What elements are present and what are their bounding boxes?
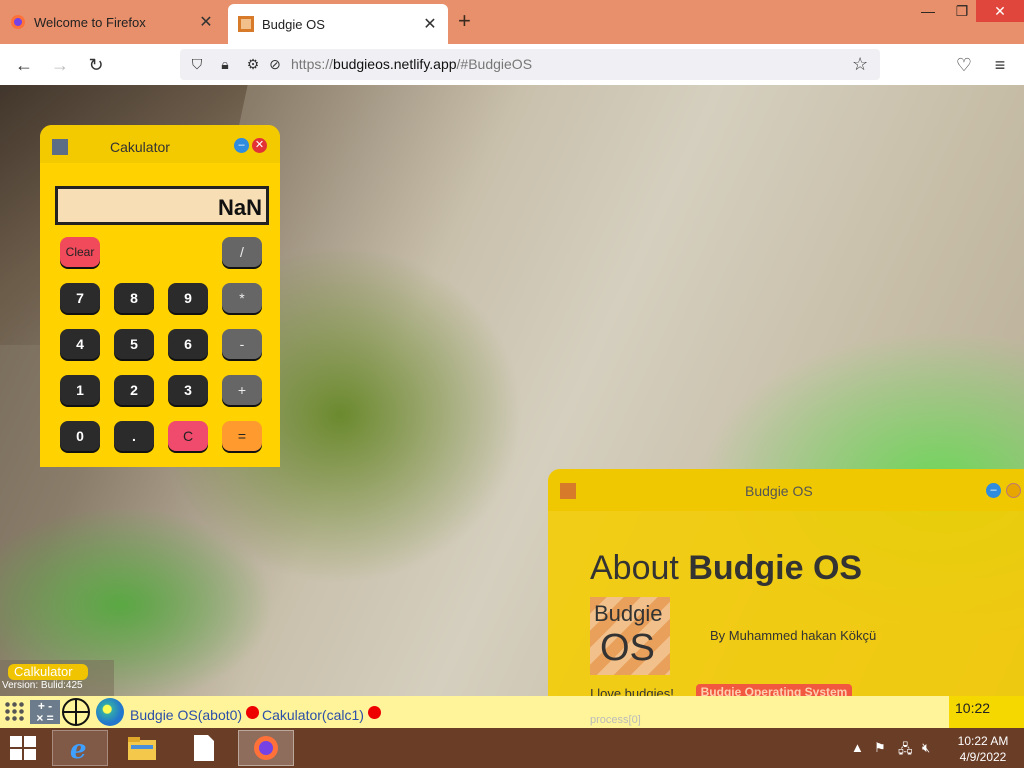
bookmark-star-icon[interactable]: ☆ bbox=[852, 54, 868, 75]
c-button[interactable]: C bbox=[168, 421, 208, 451]
firefox-icon bbox=[11, 15, 25, 29]
volume-muted-icon[interactable]: 🔇︎ bbox=[922, 740, 930, 756]
url-text[interactable]: https://budgieos.netlify.app/#BudgieOS bbox=[291, 56, 532, 72]
budgie-os-favicon bbox=[238, 16, 254, 32]
document-icon[interactable] bbox=[176, 730, 232, 766]
action-center-flag-icon[interactable]: ⚑ bbox=[874, 740, 886, 756]
minimize-icon[interactable]: – bbox=[234, 138, 249, 153]
divide-button[interactable]: / bbox=[222, 237, 262, 267]
close-task-dot[interactable] bbox=[246, 706, 259, 719]
url-host: budgieos.netlify.app bbox=[333, 56, 457, 72]
tab-label: Welcome to Firefox bbox=[34, 14, 146, 30]
shield-icon[interactable]: ⛉ bbox=[188, 55, 206, 73]
key-7[interactable]: 7 bbox=[60, 283, 100, 313]
app-grid-icon[interactable] bbox=[4, 701, 26, 723]
close-tab-icon[interactable]: ✕ bbox=[422, 14, 438, 34]
heading-prefix: About bbox=[590, 549, 679, 587]
show-hidden-icons-icon[interactable]: ▲ bbox=[851, 740, 864, 755]
window-title: Budgie OS bbox=[745, 483, 813, 499]
key-1[interactable]: 1 bbox=[60, 375, 100, 405]
windows-taskbar: e ▲ ⚑ 🖧︎ 🔇︎ 10:22 AM 4/9/2022 bbox=[0, 728, 1024, 768]
network-icon[interactable]: 🖧︎ bbox=[898, 740, 913, 762]
about-heading: About Budgie OS bbox=[590, 549, 862, 588]
tab-label: Budgie OS bbox=[262, 16, 325, 32]
calculator-display[interactable]: NaN bbox=[55, 186, 269, 225]
key-0[interactable]: 0 bbox=[60, 421, 100, 451]
key-2[interactable]: 2 bbox=[114, 375, 154, 405]
svg-text:e: e bbox=[70, 735, 87, 762]
tracking-blocked-icon[interactable]: ⊘ bbox=[266, 55, 284, 73]
lock-icon[interactable]: 🔒︎ bbox=[216, 55, 234, 73]
about-window: Budgie OS – About Budgie OS Budgie OS By… bbox=[548, 469, 1024, 696]
url-path: /#BudgieOS bbox=[456, 56, 533, 72]
os-clock: 10:22 bbox=[949, 696, 1024, 728]
logo-line-2: OS bbox=[600, 627, 655, 669]
taskbar-item-calculator[interactable]: Cakulator(calc1) bbox=[262, 707, 364, 723]
key-3[interactable]: 3 bbox=[168, 375, 208, 405]
firefox-taskbar-icon[interactable] bbox=[238, 730, 294, 766]
key-4[interactable]: 4 bbox=[60, 329, 100, 359]
window-title: Cakulator bbox=[110, 139, 170, 155]
back-button[interactable]: ← bbox=[12, 53, 36, 77]
close-task-dot[interactable] bbox=[368, 706, 381, 719]
hamburger-menu-icon[interactable]: ≡ bbox=[988, 53, 1012, 77]
tab-budgie-os[interactable]: Budgie OS ✕ bbox=[228, 4, 448, 44]
calculator-window: Cakulator – ✕ NaN Clear / 7 8 9 * 4 5 6 … bbox=[40, 125, 280, 467]
version-widget: Calkulator Version: Bulid:425 bbox=[0, 660, 114, 696]
reload-button[interactable]: ↻ bbox=[84, 53, 108, 77]
forward-button[interactable]: → bbox=[48, 53, 72, 77]
multiply-button[interactable]: * bbox=[222, 283, 262, 313]
heading-bold: Budgie OS bbox=[688, 549, 863, 587]
plus-button[interactable]: + bbox=[222, 375, 262, 405]
minus-button[interactable]: - bbox=[222, 329, 262, 359]
clock-date: 4/9/2022 bbox=[959, 750, 1007, 764]
key-5[interactable]: 5 bbox=[114, 329, 154, 359]
desktop-wallpaper: Cakulator – ✕ NaN Clear / 7 8 9 * 4 5 6 … bbox=[0, 85, 1024, 696]
version-app-label[interactable]: Calkulator bbox=[8, 664, 88, 680]
clear-button[interactable]: Clear bbox=[60, 237, 100, 267]
key-6[interactable]: 6 bbox=[168, 329, 208, 359]
equals-button[interactable]: = bbox=[222, 421, 262, 451]
calculator-app-icon bbox=[52, 139, 68, 155]
close-icon[interactable]: ✕ bbox=[252, 138, 267, 153]
love-text: I love budgies! bbox=[590, 686, 674, 696]
budgie-os-app-icon bbox=[560, 483, 576, 499]
about-title-bar[interactable]: Budgie OS – bbox=[548, 469, 1024, 511]
browser-tab-strip: Welcome to Firefox ✕ Budgie OS ✕ + — ❐ ✕ bbox=[0, 0, 1024, 44]
clock-time: 10:22 AM bbox=[957, 734, 1009, 748]
globe-icon[interactable] bbox=[62, 698, 90, 726]
budgie-os-logo: Budgie OS bbox=[590, 597, 670, 675]
version-text: Version: Bulid:425 bbox=[2, 680, 83, 691]
taskbar-item-budgie-os[interactable]: Budgie OS(abot0) bbox=[130, 707, 242, 723]
key-8[interactable]: 8 bbox=[114, 283, 154, 313]
windows-start-icon[interactable] bbox=[10, 736, 36, 760]
budgie-os-tag: Budgie Operating System bbox=[696, 684, 852, 696]
browser-nav-bar: ← → ↻ ⛉ 🔒︎ ⚙ ⊘ https://budgieos.netlify.… bbox=[0, 44, 1024, 86]
pocket-icon[interactable]: ♡ bbox=[952, 53, 976, 77]
close-tab-icon[interactable]: ✕ bbox=[198, 12, 214, 32]
logo-line-1: Budgie bbox=[594, 601, 663, 626]
close-icon[interactable] bbox=[1006, 483, 1021, 498]
process-text: process[0] bbox=[590, 714, 641, 726]
window-close-button[interactable]: ✕ bbox=[976, 0, 1024, 22]
url-bar[interactable]: ⛉ 🔒︎ ⚙ ⊘ https://budgieos.netlify.app/#B… bbox=[180, 49, 880, 80]
system-clock[interactable]: 10:22 AM 4/9/2022 bbox=[952, 733, 1014, 765]
minimize-icon[interactable]: – bbox=[986, 483, 1001, 498]
paint-icon[interactable] bbox=[96, 698, 124, 726]
file-explorer-icon[interactable] bbox=[114, 730, 170, 766]
os-taskbar: + - × = Budgie OS(abot0) Cakulator(calc1)… bbox=[0, 696, 1024, 728]
internet-explorer-icon[interactable]: e bbox=[52, 730, 108, 766]
decimal-button[interactable]: . bbox=[114, 421, 154, 451]
calculator-title-bar[interactable]: Cakulator – ✕ bbox=[40, 125, 280, 163]
url-scheme: https:// bbox=[291, 56, 334, 72]
permissions-icon[interactable]: ⚙ bbox=[244, 55, 262, 73]
tab-welcome-to-firefox[interactable]: Welcome to Firefox ✕ bbox=[0, 0, 224, 44]
new-tab-button[interactable]: + bbox=[458, 8, 471, 34]
author-text: By Muhammed hakan Kökçü bbox=[710, 628, 877, 643]
key-9[interactable]: 9 bbox=[168, 283, 208, 313]
calculator-launcher-icon[interactable]: + - × = bbox=[30, 700, 60, 724]
